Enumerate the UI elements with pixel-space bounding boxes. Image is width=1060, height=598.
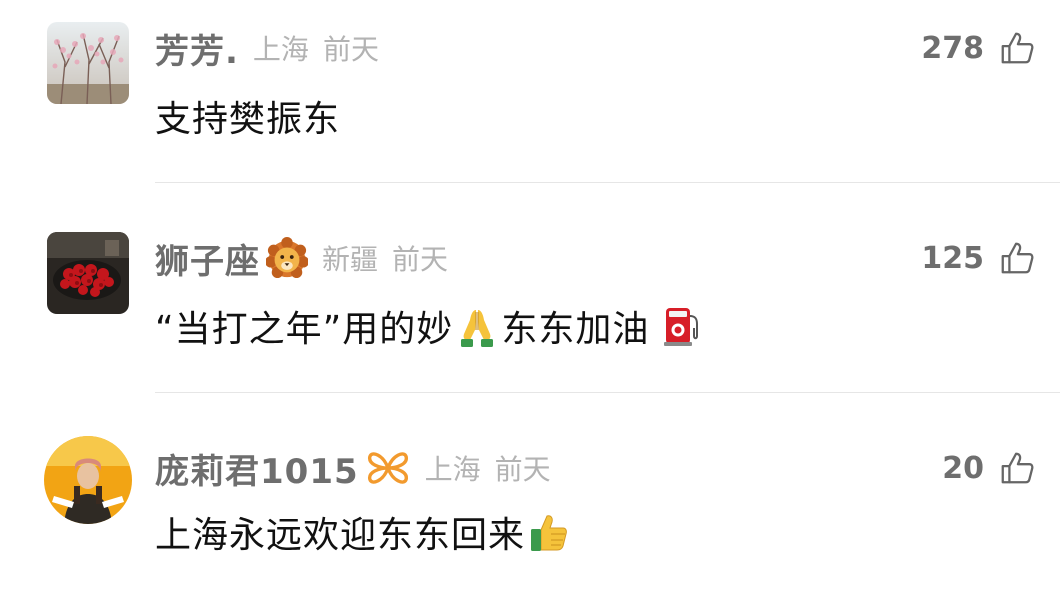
comment-text-part: 上海永远欢迎东东回来 (155, 515, 526, 556)
timestamp: 前天 (494, 453, 551, 486)
comment-text-part: “当打之年”用的妙 (155, 309, 454, 350)
comment-meta: 狮子座 新疆 前天 (155, 234, 449, 283)
red-roses-bouquet-photo-icon (47, 232, 129, 314)
thumbs-up-outline-icon (1001, 242, 1034, 274)
peach-blossom-photo-icon (47, 22, 129, 104)
comment-text-part: 东东加油 (501, 309, 650, 350)
like-count: 20 (942, 450, 984, 486)
person-portrait-photo-icon (44, 436, 132, 524)
comment-item: 狮子座 新疆 前天 “当打之年”用的妙 东东加油 125 (0, 210, 1060, 393)
like-count: 125 (921, 240, 984, 276)
username[interactable]: 狮子座 (155, 234, 260, 283)
comment-meta: 芳芳. 上海 前天 (155, 24, 379, 73)
comment-item: 芳芳. 上海 前天 支持樊振东 278 (0, 0, 1060, 183)
comment-text: 支持樊振东 (155, 88, 340, 144)
location-label: 新疆 (322, 243, 379, 276)
like-count: 278 (921, 30, 984, 66)
username[interactable]: 庞莉君1015 (155, 444, 359, 493)
avatar[interactable] (47, 22, 129, 104)
username[interactable]: 芳芳. (155, 24, 239, 73)
location-label: 上海 (252, 33, 309, 66)
location-label: 上海 (424, 453, 481, 486)
comment-text: “当打之年”用的妙 东东加油 (155, 298, 705, 354)
avatar[interactable] (47, 232, 129, 314)
comment-text-part: 支持樊振东 (155, 99, 341, 140)
divider (155, 182, 1060, 183)
like-button[interactable]: 20 (942, 446, 1036, 490)
like-button[interactable]: 125 (921, 236, 1036, 280)
avatar[interactable] (44, 436, 132, 524)
thumbs-up-outline-icon (1001, 452, 1034, 484)
comment-item: 庞莉君1015 上海 前天 上海永远欢迎东东回来 20 (0, 418, 1060, 598)
divider (155, 392, 1060, 393)
timestamp: 前天 (322, 33, 379, 66)
folded-hands-emoji-icon (455, 304, 499, 348)
comment-meta: 庞莉君1015 上海 前天 (155, 444, 551, 493)
fuel-pump-emoji-icon (659, 304, 703, 348)
thumbs-up-emoji-icon (527, 510, 571, 554)
comment-text: 上海永远欢迎东东回来 (155, 504, 573, 560)
like-button[interactable]: 278 (921, 26, 1036, 70)
timestamp: 前天 (392, 243, 449, 276)
thumbs-up-outline-icon (1001, 32, 1034, 64)
orange-butterfly-badge-icon (365, 447, 411, 489)
lion-face-emoji-icon (266, 237, 308, 279)
